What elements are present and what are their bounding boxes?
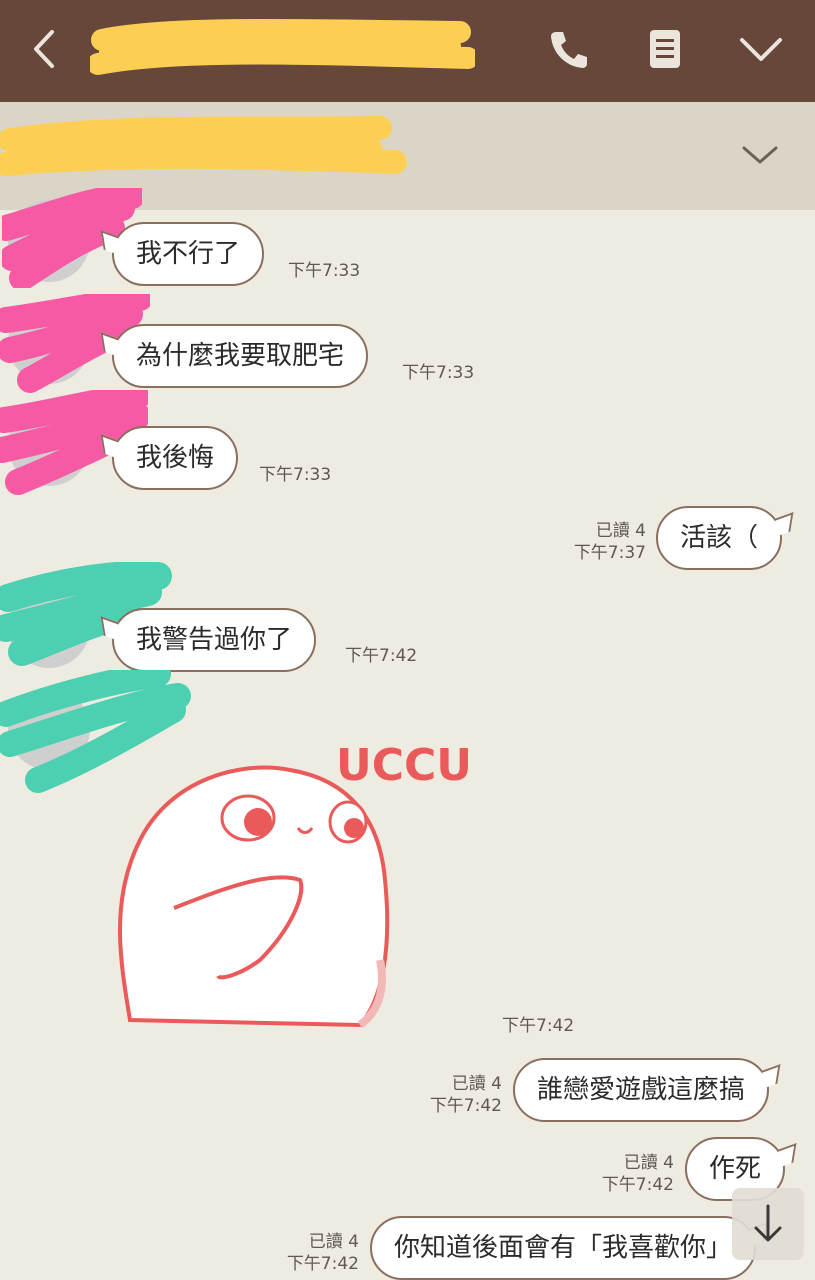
chat-title-redacted	[90, 18, 475, 75]
message-text: 為什麼我要取肥宅	[136, 341, 345, 371]
message-bubble[interactable]: 為什麼我要取肥宅	[112, 324, 369, 388]
announcement-chevron-icon[interactable]	[740, 140, 780, 170]
read-receipt: 已讀 4	[595, 521, 646, 541]
message-bubble[interactable]: 你知道後面會有「我喜歡你」	[370, 1216, 757, 1280]
message-bubble[interactable]: 活該（	[656, 506, 783, 570]
message-meta: 已讀 4 下午7:37	[560, 520, 646, 564]
message-time: 下午7:42	[601, 1175, 674, 1195]
message-meta: 已讀 4 下午7:42	[588, 1152, 674, 1196]
message-time: 下午7:33	[402, 363, 475, 383]
chat-header	[0, 0, 815, 102]
message-time: 下午7:42	[345, 646, 418, 666]
message-text: 活該（	[680, 523, 759, 553]
message-time: 下午7:37	[573, 543, 646, 563]
message-text: 我不行了	[136, 239, 241, 269]
uccu-sticker[interactable]: UCCU	[110, 730, 490, 1040]
message-text: 你知道後面會有「我喜歡你」	[394, 1233, 733, 1263]
avatar[interactable]	[0, 670, 191, 793]
read-receipt: 已讀 4	[623, 1153, 674, 1173]
message-bubble[interactable]: 我警告過你了	[112, 608, 317, 672]
read-receipt: 已讀 4	[451, 1074, 502, 1094]
announcement-redacted	[0, 116, 407, 176]
read-receipt: 已讀 4	[308, 1232, 359, 1252]
message-time: 下午7:33	[259, 465, 332, 485]
message-meta: 已讀 4 下午7:42	[416, 1073, 502, 1117]
message-time: 下午7:42	[286, 1254, 359, 1274]
avatar[interactable]	[0, 294, 150, 393]
scroll-to-bottom-button[interactable]	[732, 1188, 804, 1260]
phone-icon[interactable]	[546, 26, 592, 72]
message-text: 誰戀愛遊戲這麼搞	[537, 1075, 746, 1105]
sticker-text: UCCU	[336, 740, 472, 791]
message-time: 下午7:33	[288, 261, 361, 281]
message-meta: 已讀 4 下午7:42	[273, 1231, 359, 1275]
avatar[interactable]	[2, 188, 142, 288]
avatar[interactable]	[0, 562, 172, 668]
avatar[interactable]	[0, 390, 148, 495]
message-time: 下午7:42	[502, 1016, 575, 1036]
menu-icon[interactable]	[642, 26, 688, 72]
message-bubble[interactable]: 誰戀愛遊戲這麼搞	[513, 1058, 770, 1122]
chevron-down-icon[interactable]	[738, 26, 784, 72]
message-text: 作死	[709, 1154, 762, 1184]
message-text: 我警告過你了	[136, 625, 293, 655]
message-time: 下午7:42	[429, 1096, 502, 1116]
message-text: 我後悔	[136, 443, 215, 473]
message-bubble[interactable]: 我後悔	[112, 426, 239, 490]
back-arrow-icon[interactable]	[22, 26, 68, 72]
arrow-down-icon	[754, 1204, 782, 1242]
message-bubble[interactable]: 我不行了	[112, 222, 265, 286]
